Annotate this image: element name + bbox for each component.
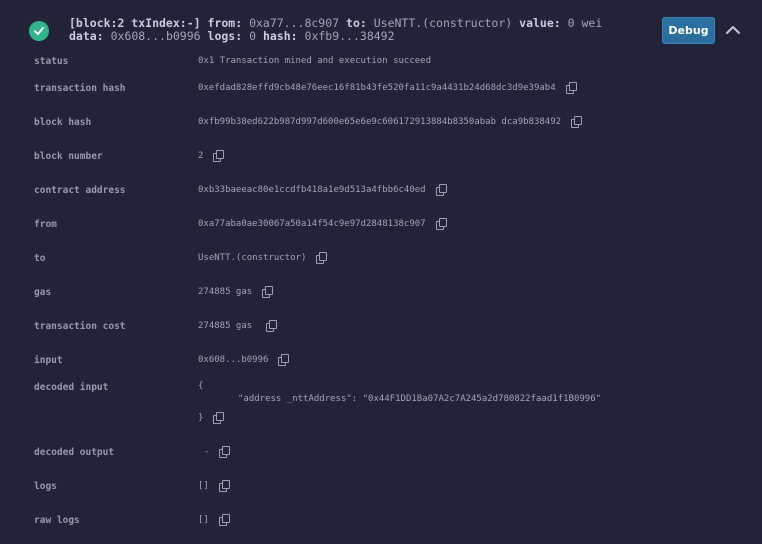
copy-icon[interactable] [316, 252, 328, 264]
block-hash-value: 0xfb99b38ed622b987d997d600e65e6e9c606172… [198, 116, 583, 128]
gas-label: gas [34, 287, 52, 298]
from-label: from [34, 219, 57, 230]
copy-icon[interactable] [435, 218, 447, 230]
transaction-cost-label: transaction cost [34, 321, 126, 332]
copy-icon[interactable] [218, 480, 230, 492]
block-number-label: block number [34, 151, 103, 162]
copy-icon[interactable] [266, 320, 278, 332]
decoded-input-close: } [198, 412, 225, 424]
copy-icon[interactable] [218, 514, 230, 526]
to-value: UseNTT.(constructor) [198, 252, 328, 264]
decoded-input-param: "address _nttAddress": "0x44F1DD1Ba07A2c… [238, 394, 602, 404]
decoded-output-label: decoded output [34, 447, 115, 458]
copy-icon[interactable] [219, 446, 231, 458]
copy-icon[interactable] [435, 184, 447, 196]
copy-icon[interactable] [565, 82, 577, 94]
block-hash-label: block hash [34, 117, 92, 128]
copy-icon[interactable] [213, 412, 225, 424]
contract-address-label: contract address [34, 185, 126, 196]
transaction-hash-label: transaction hash [34, 83, 126, 94]
copy-icon[interactable] [213, 150, 225, 162]
block-number-value: 2 [198, 150, 225, 162]
decoded-output-value: - [204, 446, 231, 458]
raw-logs-value: [] [198, 514, 230, 526]
copy-icon[interactable] [278, 354, 290, 366]
copy-icon[interactable] [571, 116, 583, 128]
status-label: status [34, 56, 69, 67]
status-value: 0x1 Transaction mined and execution succ… [198, 56, 431, 66]
copy-icon[interactable] [262, 286, 274, 298]
from-value: 0xa77aba0ae30067a50a14f54c9e97d2848138c9… [198, 218, 447, 230]
gas-value: 274885 gas [198, 286, 274, 298]
input-label: input [34, 355, 63, 366]
decoded-input-open: { [198, 381, 204, 391]
decoded-input-label: decoded input [34, 382, 109, 393]
transaction-details: status 0x1 Transaction mined and executi… [0, 0, 762, 544]
transaction-cost-value: 274885 gas [198, 320, 278, 332]
transaction-hash-value: 0xefdad828effd9cb48e76eec16f81b43fe520fa… [198, 82, 577, 94]
contract-address-value: 0xb33baeeac80e1ccdfb418a1e9d513a4fbb6c40… [198, 184, 447, 196]
input-value: 0x608...b0996 [198, 354, 290, 366]
to-label: to [34, 253, 46, 264]
logs-label: logs [34, 481, 57, 492]
raw-logs-label: raw logs [34, 515, 80, 526]
logs-value: [] [198, 480, 230, 492]
